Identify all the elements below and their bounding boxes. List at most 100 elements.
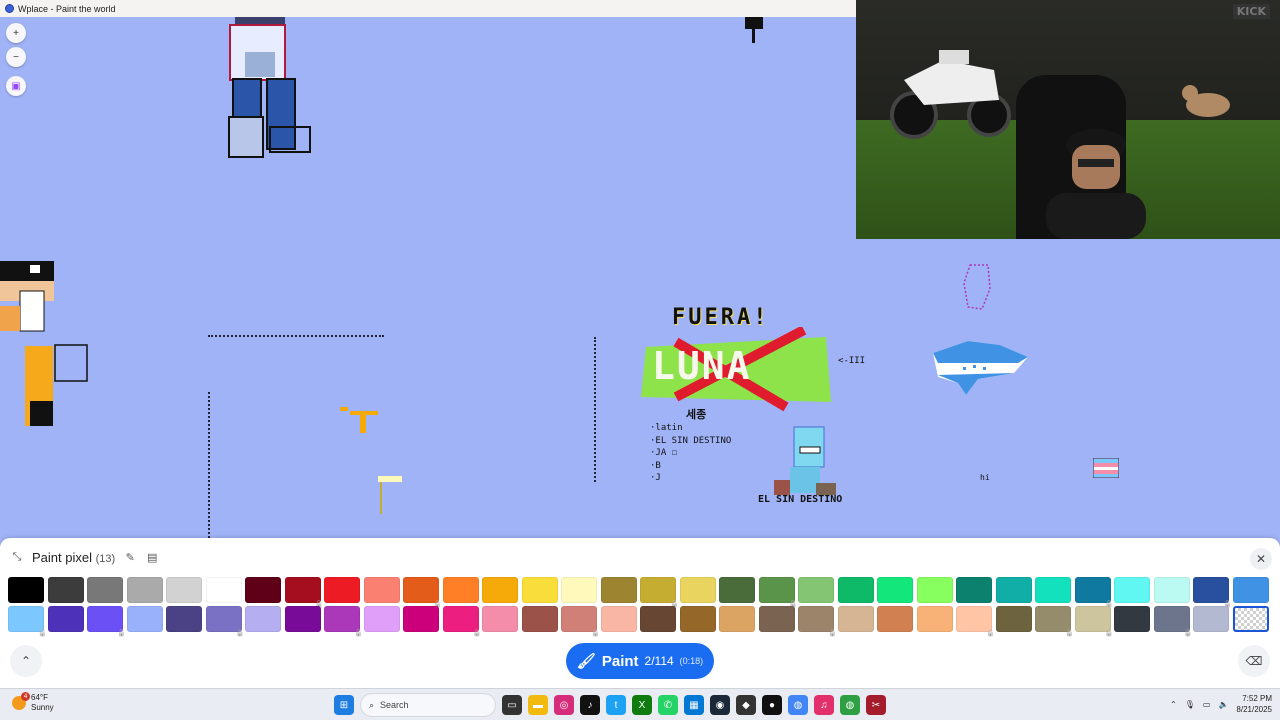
color-swatch[interactable] <box>798 606 834 632</box>
color-swatch[interactable] <box>956 606 992 632</box>
network-icon[interactable]: ▭ <box>1203 700 1211 709</box>
color-swatch[interactable] <box>8 577 44 603</box>
list-item: ·B <box>650 460 661 471</box>
color-swatch[interactable] <box>482 606 518 632</box>
color-swatch[interactable] <box>877 577 913 603</box>
taskbar-search[interactable]: ⌕ Search <box>360 693 496 717</box>
task-view-icon[interactable]: ▭ <box>502 695 522 715</box>
color-swatch[interactable] <box>995 577 1032 603</box>
color-swatch[interactable] <box>1074 577 1111 603</box>
color-swatch[interactable] <box>877 606 913 632</box>
obs-icon[interactable]: ● <box>762 695 782 715</box>
color-swatch[interactable] <box>166 606 202 632</box>
tiktok-icon[interactable]: ♪ <box>580 695 600 715</box>
color-swatch[interactable] <box>1153 577 1190 603</box>
chrome-active-icon[interactable]: ◍ <box>840 695 860 715</box>
color-swatch[interactable] <box>126 577 163 603</box>
twitter-icon[interactable]: t <box>606 695 626 715</box>
color-swatch[interactable] <box>521 606 558 632</box>
paint-button[interactable]: 🖌 Paint 2/114 (0:18) <box>566 643 714 679</box>
color-swatch[interactable] <box>719 606 755 632</box>
pencil-icon[interactable]: ✎ <box>123 550 137 564</box>
steam-icon[interactable]: ◉ <box>710 695 730 715</box>
color-swatch[interactable] <box>1074 606 1111 632</box>
color-swatch[interactable] <box>87 577 123 603</box>
color-swatch[interactable] <box>442 606 479 632</box>
color-swatch[interactable] <box>837 606 874 632</box>
clipboard-icon[interactable]: ▤ <box>145 550 159 564</box>
color-swatch[interactable] <box>600 606 637 632</box>
tiktok-studio-icon[interactable]: ♫ <box>814 695 834 715</box>
color-swatch[interactable] <box>837 577 874 603</box>
color-swatch[interactable] <box>521 577 558 603</box>
color-swatch[interactable] <box>640 606 676 632</box>
twitch-icon[interactable]: ▣ <box>6 76 26 96</box>
color-swatch[interactable] <box>798 577 834 603</box>
zoom-out-button[interactable]: − <box>6 47 26 67</box>
color-swatch[interactable] <box>600 577 637 603</box>
zoom-in-button[interactable]: + <box>6 23 26 43</box>
color-swatch[interactable] <box>1114 577 1150 603</box>
color-swatch[interactable] <box>284 606 321 632</box>
collapse-icon[interactable]: ⤡ <box>10 550 24 564</box>
color-swatch[interactable] <box>166 577 202 603</box>
color-swatch[interactable] <box>1114 606 1150 632</box>
file-explorer-icon[interactable]: ▬ <box>528 695 548 715</box>
color-swatch[interactable] <box>8 606 44 632</box>
color-swatch[interactable] <box>1035 606 1071 632</box>
color-swatch[interactable] <box>561 606 597 632</box>
color-swatch[interactable] <box>245 577 281 603</box>
color-swatch[interactable] <box>205 606 242 632</box>
chrome-icon[interactable]: ◍ <box>788 695 808 715</box>
color-swatch[interactable] <box>442 577 479 603</box>
instagram-icon[interactable]: ◎ <box>554 695 574 715</box>
color-swatch[interactable] <box>640 577 676 603</box>
capcut-icon[interactable]: ✂ <box>866 695 886 715</box>
color-swatch[interactable] <box>561 577 597 603</box>
color-swatch[interactable] <box>363 577 400 603</box>
color-swatch[interactable] <box>758 606 795 632</box>
color-swatch[interactable] <box>1193 577 1229 603</box>
chevron-up-icon[interactable]: ⌃ <box>1170 700 1177 709</box>
color-swatch[interactable] <box>47 606 84 632</box>
clock-date: 8/21/2025 <box>1236 705 1272 714</box>
color-swatch[interactable] <box>1193 606 1229 632</box>
color-swatch[interactable] <box>1153 606 1190 632</box>
color-swatch[interactable] <box>324 577 360 603</box>
color-swatch[interactable] <box>1035 577 1071 603</box>
color-swatch[interactable] <box>995 606 1032 632</box>
color-swatch[interactable] <box>403 606 439 632</box>
store-icon[interactable]: ▦ <box>684 695 704 715</box>
microphone-icon[interactable]: 🎙 <box>1185 700 1195 709</box>
clock[interactable]: 7:52 PM 8/21/2025 <box>1236 693 1272 715</box>
color-swatch[interactable] <box>719 577 755 603</box>
weather-widget[interactable]: 4 64°F Sunny <box>12 692 54 713</box>
dotted-line <box>208 335 384 337</box>
color-swatch[interactable] <box>482 577 518 603</box>
color-swatch[interactable] <box>956 577 992 603</box>
color-swatch[interactable] <box>758 577 795 603</box>
whatsapp-icon[interactable]: ✆ <box>658 695 678 715</box>
color-swatch[interactable] <box>284 577 321 603</box>
color-swatch[interactable] <box>1232 577 1269 603</box>
color-swatch[interactable] <box>47 577 84 603</box>
close-button[interactable]: ✕ <box>1250 548 1272 570</box>
color-swatch[interactable] <box>245 606 281 632</box>
xbox-icon[interactable]: X <box>632 695 652 715</box>
color-swatch[interactable] <box>679 606 716 632</box>
expand-button[interactable]: ⌃ <box>10 645 42 677</box>
color-swatch[interactable] <box>916 606 953 632</box>
color-swatch[interactable] <box>403 577 439 603</box>
color-swatch[interactable] <box>126 606 163 632</box>
color-swatch[interactable] <box>1232 606 1269 632</box>
color-swatch[interactable] <box>363 606 400 632</box>
eraser-button[interactable]: ⌫ <box>1238 645 1270 677</box>
color-swatch[interactable] <box>916 577 953 603</box>
volume-icon[interactable]: 🔈 <box>1218 700 1228 709</box>
color-swatch[interactable] <box>679 577 716 603</box>
color-swatch[interactable] <box>87 606 123 632</box>
app-icon[interactable]: ◆ <box>736 695 756 715</box>
color-swatch[interactable] <box>205 577 242 603</box>
windows-start-icon[interactable]: ⊞ <box>334 695 354 715</box>
color-swatch[interactable] <box>324 606 360 632</box>
